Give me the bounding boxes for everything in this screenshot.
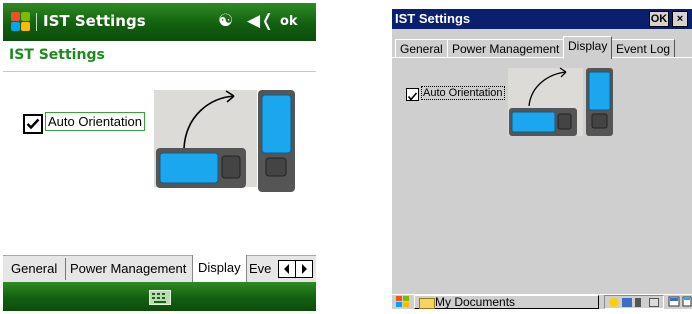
- ce-close-button[interactable]: ×: [672, 11, 688, 27]
- auto-orientation-checkbox[interactable]: [23, 114, 43, 134]
- checkmark-icon: [26, 118, 40, 130]
- ce-tab-baseline: [392, 57, 692, 58]
- wm-ok-button[interactable]: ok: [280, 14, 298, 29]
- network-icon[interactable]: [622, 298, 632, 307]
- wm-page-heading: IST Settings: [9, 47, 105, 63]
- ce-auto-orientation-checkbox[interactable]: [406, 88, 419, 101]
- speaker-icon[interactable]: ◀❬: [247, 11, 274, 31]
- auto-orientation-label[interactable]: Auto Orientation: [45, 112, 145, 131]
- ce-tab-bar: General Power Management Display Event L…: [392, 29, 692, 59]
- title-separator: [36, 13, 37, 31]
- wm-title-bar: IST Settings ☯ ◀❬ ok: [3, 3, 316, 41]
- window-switch-icon[interactable]: [682, 295, 692, 309]
- folder-icon: [419, 298, 435, 309]
- desktop-icon[interactable]: [649, 298, 659, 307]
- wm-tab-strip: General Power Management Display Eve: [3, 255, 316, 283]
- ce-tab-general[interactable]: General: [395, 39, 448, 58]
- connectivity-icon[interactable]: ☯: [218, 11, 233, 31]
- ce-orientation-illustration: [506, 66, 614, 138]
- wm-page-header: IST Settings: [3, 41, 316, 72]
- ce-ok-button[interactable]: OK: [649, 11, 669, 27]
- sun-icon[interactable]: [609, 298, 619, 307]
- windows-ce-screen: IST Settings OK × General Power Manageme…: [392, 9, 692, 309]
- wm-tab-power-management[interactable]: Power Management: [70, 256, 186, 282]
- ce-tab-display[interactable]: Display: [563, 36, 613, 59]
- taskbar-item-label: My Documents: [435, 295, 516, 309]
- ce-tab-power-management[interactable]: Power Management: [447, 39, 565, 58]
- wm-soft-key-bar: [3, 282, 316, 311]
- wm-tab-general[interactable]: General: [11, 256, 57, 282]
- wm-tab-display[interactable]: Display: [192, 255, 247, 283]
- tab-divider: [65, 258, 66, 280]
- ce-title-bar: IST Settings OK ×: [392, 9, 692, 29]
- tab-scroll-right-icon[interactable]: [295, 260, 313, 278]
- show-desktop-icon[interactable]: [668, 295, 681, 309]
- tab-scroll-arrows: [278, 260, 313, 278]
- windows-mobile-screen: IST Settings ☯ ◀❬ ok IST Settings Auto O…: [3, 3, 316, 311]
- wm-app-title: IST Settings: [43, 12, 146, 30]
- system-tray: [604, 295, 664, 309]
- taskbar-my-documents-button[interactable]: My Documents: [414, 295, 599, 309]
- ce-app-title: IST Settings: [395, 11, 471, 26]
- ce-tab-event-log[interactable]: Event Log: [611, 39, 676, 58]
- ce-auto-orientation-label[interactable]: Auto Orientation: [421, 86, 505, 100]
- tab-scroll-left-icon[interactable]: [278, 260, 296, 278]
- ce-taskbar: My Documents: [392, 294, 692, 309]
- checkmark-icon: [407, 92, 418, 101]
- start-icon[interactable]: [394, 295, 410, 309]
- keyboard-icon[interactable]: [149, 290, 171, 305]
- windows-start-icon[interactable]: [11, 12, 31, 32]
- signal-icon[interactable]: [635, 298, 641, 307]
- wm-tab-event-log[interactable]: Eve: [249, 256, 271, 282]
- orientation-illustration: [154, 86, 296, 192]
